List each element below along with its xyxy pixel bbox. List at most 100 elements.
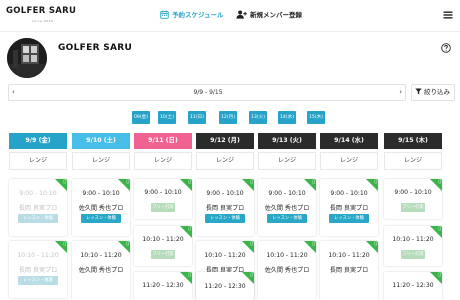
lesson-type-tag: レッスン・体験 [267, 214, 307, 223]
day-chip[interactable]: 13(火) [249, 111, 267, 124]
next-week-button[interactable]: › [399, 88, 402, 96]
slot-time: 11:20 - 12:30 [392, 282, 434, 289]
logo-subtitle: since 2020 [32, 19, 54, 23]
slot-time: 9:00 - 10:10 [394, 189, 432, 196]
resource-label: レンジ [196, 152, 254, 170]
day-chip[interactable]: 14(水) [278, 111, 296, 124]
hamburger-menu-icon[interactable] [443, 10, 453, 20]
check-icon: ▯ [188, 226, 191, 232]
slot-time: 10:10 - 11:20 [204, 252, 246, 259]
free-slot-card[interactable]: ▯ 10:10 - 11:20 フリー打席 [134, 226, 192, 266]
slot-time: 10:10 - 11:20 [266, 252, 308, 259]
day-column-header: 9/10 (土) [72, 133, 130, 149]
free-slot-card[interactable]: ▯ 11:20 - 12:30 [384, 272, 442, 300]
lesson-slot-card: ▯ 9:00 - 10:10 長岡 良実プロ レッスン・体験 [9, 179, 67, 236]
nav-register-label: 新規メンバー登録 [250, 11, 302, 19]
slot-time: 10:10 - 11:20 [142, 236, 184, 243]
check-icon: ▯ [312, 241, 315, 247]
coach-name: 長岡 良実プロ [329, 267, 369, 274]
lesson-type-tag: レッスン・体験 [205, 214, 245, 223]
coach-name: 佐久間 秀也プロ [264, 205, 310, 212]
day-column-header: 9/12 (月) [196, 133, 254, 149]
coach-name: 長岡 良実プロ [205, 205, 245, 212]
resource-label: レンジ [384, 152, 442, 170]
nav-register-link[interactable]: 新規メンバー登録 [236, 10, 302, 20]
day-chip[interactable]: 11(日) [188, 111, 206, 124]
resource-label: レンジ [72, 152, 130, 170]
check-icon: ▯ [250, 241, 253, 247]
check-icon: ▯ [374, 179, 377, 185]
lesson-type-tag: レッスン・体験 [18, 214, 58, 223]
resource-label: レンジ [134, 152, 192, 170]
lesson-slot-card[interactable]: ▯ 10:10 - 11:20 佐久間 秀也プロ [72, 241, 130, 300]
free-slot-card[interactable]: ▯ 9:00 - 10:10 フリー打席 [384, 179, 442, 219]
slot-time: 9:00 - 10:10 [268, 190, 306, 197]
resource-label: レンジ [258, 152, 316, 170]
day-column-header: 9/11 (日) [134, 133, 192, 149]
free-slot-tag: フリー打席 [151, 203, 175, 212]
filter-label: 絞り込み [424, 88, 450, 96]
day-chip[interactable]: 09(金) [132, 111, 150, 124]
slot-time: 10:10 - 11:20 [328, 252, 370, 259]
help-icon[interactable] [441, 43, 451, 53]
slot-time: 10:10 - 11:20 [17, 252, 59, 259]
week-navigator: ‹ 9/9 - 9/15 › [8, 84, 406, 101]
logo-text: GOLFER SARU [6, 6, 77, 16]
check-icon: ▯ [438, 226, 441, 232]
lesson-slot-card[interactable]: ▯ 10:10 - 11:20 長岡 良実プロ [320, 241, 378, 300]
calendar-icon [160, 10, 169, 19]
day-column-header: 9/13 (火) [258, 133, 316, 149]
top-bar: GOLFER SARU since 2020 予約スケジュール 新規メンバー登録 [0, 0, 460, 32]
slot-time: 9:00 - 10:10 [19, 190, 57, 197]
nav-schedule-link[interactable]: 予約スケジュール [160, 10, 224, 20]
day-chip[interactable]: 12(月) [219, 111, 237, 124]
slot-time: 9:00 - 10:10 [82, 190, 120, 197]
check-icon: ▯ [126, 241, 129, 247]
check-icon: ▯ [374, 241, 377, 247]
day-chip[interactable]: 10(土) [158, 111, 176, 124]
slot-time: 10:10 - 11:20 [80, 252, 122, 259]
slot-time: 9:00 - 10:10 [330, 190, 368, 197]
free-slot-tag: フリー打席 [151, 250, 175, 259]
coach-name: 長岡 良実プロ [329, 205, 369, 212]
shop-name: GOLFER SARU [58, 43, 133, 53]
avatar-image [7, 38, 47, 78]
slot-time: 11:20 - 12:30 [142, 282, 184, 289]
add-user-icon [236, 10, 247, 19]
check-icon: ▯ [188, 272, 191, 278]
slot-time: 11:20 - 12:30 [204, 283, 246, 290]
resource-label: レンジ [9, 152, 67, 170]
lesson-slot-card[interactable]: ▯ 11:20 - 12:30 [196, 272, 254, 300]
lesson-slot-card[interactable]: ▯ 9:00 - 10:10 佐久間 秀也プロ レッスン・体験 [258, 179, 316, 236]
free-slot-card[interactable]: ▯ 10:10 - 11:20 フリー打席 [384, 226, 442, 266]
coach-name: 佐久間 秀也プロ [78, 205, 124, 212]
check-icon: ▯ [438, 272, 441, 278]
free-slot-card[interactable]: ▯ 11:20 - 12:30 [134, 272, 192, 300]
check-icon: ▯ [63, 179, 66, 185]
day-column-header: 9/15 (木) [384, 133, 442, 149]
lesson-slot-card[interactable]: ▯ 9:00 - 10:10 長岡 良実プロ レッスン・体験 [196, 179, 254, 236]
lesson-slot-card[interactable]: ▯ 9:00 - 10:10 佐久間 秀也プロ レッスン・体験 [72, 179, 130, 236]
filter-button[interactable]: 絞り込み [411, 84, 455, 101]
coach-name: 佐久間 秀也プロ [78, 267, 124, 274]
check-icon: ▯ [250, 179, 253, 185]
day-chip[interactable]: 15(木) [307, 111, 325, 124]
shop-avatar [7, 38, 47, 78]
free-slot-tag: フリー打席 [401, 203, 425, 212]
check-icon: ▯ [438, 179, 441, 185]
day-column-header: 9/14 (水) [320, 133, 378, 149]
slot-time: 9:00 - 10:10 [144, 189, 182, 196]
free-slot-card[interactable]: ▯ 9:00 - 10:10 フリー打席 [134, 179, 192, 219]
logo[interactable]: GOLFER SARU [6, 7, 76, 16]
lesson-slot-card[interactable]: ▯ 10:10 - 11:20 佐久間 秀也プロ [258, 241, 316, 300]
lesson-type-tag: レッスン・体験 [18, 276, 58, 285]
lesson-slot-card: ▯ 10:10 - 11:20 長岡 良実プロ レッスン・体験 [9, 241, 67, 298]
lesson-slot-card[interactable]: ▯ 9:00 - 10:10 長岡 良実プロ レッスン・体験 [320, 179, 378, 236]
filter-icon [415, 88, 422, 95]
check-icon: ▯ [63, 241, 66, 247]
check-icon: ▯ [188, 179, 191, 185]
check-icon: ▯ [312, 179, 315, 185]
check-icon: ▯ [126, 179, 129, 185]
lesson-type-tag: レッスン・体験 [329, 214, 369, 223]
free-slot-tag: フリー打席 [401, 250, 425, 259]
